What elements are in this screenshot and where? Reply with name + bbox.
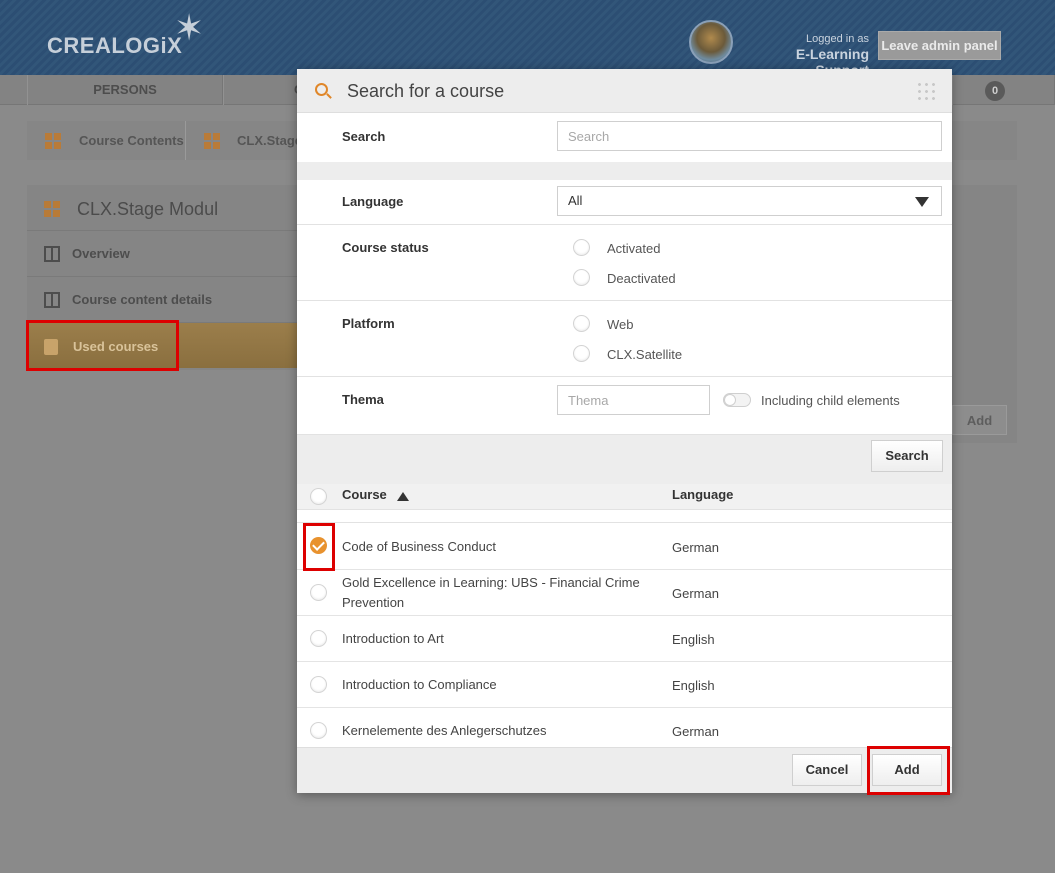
radio-activated[interactable] xyxy=(573,239,590,256)
row-checkbox[interactable] xyxy=(310,676,327,693)
sidebar-item-course-content-details[interactable]: Course content details xyxy=(27,276,317,322)
top-header: CREALOGiX ✶ Logged in as E-Learning Supp… xyxy=(0,0,1055,78)
search-button-bar xyxy=(297,434,952,484)
search-input[interactable] xyxy=(557,121,942,151)
cancel-button[interactable]: Cancel xyxy=(792,754,862,786)
row-checkbox[interactable] xyxy=(310,584,327,601)
row-course: Gold Excellence in Learning: UBS - Finan… xyxy=(342,575,640,610)
row-course: Introduction to Art xyxy=(342,631,444,646)
sidebar-item-label: Overview xyxy=(72,246,130,261)
course-contents-icon xyxy=(45,133,61,149)
radio-label-deactivated: Deactivated xyxy=(607,271,676,286)
divider xyxy=(297,300,952,301)
row-checkbox-checked[interactable] xyxy=(310,537,327,554)
background-add-button[interactable]: Add xyxy=(952,405,1007,435)
drag-handle-icon[interactable] xyxy=(916,81,938,103)
radio-web[interactable] xyxy=(573,315,590,332)
table-row[interactable]: Introduction to Art English xyxy=(297,616,952,662)
row-language: English xyxy=(672,678,715,693)
include-children-toggle[interactable] xyxy=(723,393,751,407)
column-header-language[interactable]: Language xyxy=(672,487,733,502)
nav-item-persons[interactable]: PERSONS xyxy=(27,75,223,105)
thema-label: Thema xyxy=(342,392,384,407)
logo-star-icon: ✶ xyxy=(174,7,205,48)
divider xyxy=(297,522,952,523)
sidebar-item-overview[interactable]: Overview xyxy=(27,230,317,276)
logged-in-label: Logged in as xyxy=(806,33,869,45)
search-button[interactable]: Search xyxy=(871,440,943,472)
search-course-dialog: Search for a course Search Language All … xyxy=(297,69,952,795)
breadcrumb-item-course-contents[interactable]: Course Contents xyxy=(79,121,184,160)
sidebar-item-label: Used courses xyxy=(73,339,159,354)
row-course: Introduction to Compliance xyxy=(342,677,497,692)
row-language: German xyxy=(672,540,719,555)
include-children-label: Including child elements xyxy=(761,393,900,408)
radio-deactivated[interactable] xyxy=(573,269,590,286)
sidebar-item-used-courses[interactable]: Used courses xyxy=(27,322,317,368)
table-row[interactable]: Introduction to Compliance English xyxy=(297,662,952,708)
language-select-value: All xyxy=(568,193,583,208)
radio-label-clx-satellite: CLX.Satellite xyxy=(607,347,683,362)
language-label: Language xyxy=(342,194,404,209)
table-row[interactable]: Gold Excellence in Learning: UBS - Finan… xyxy=(297,570,952,616)
radio-clx-satellite[interactable] xyxy=(573,345,590,362)
crealogix-logo: CREALOGiX xyxy=(47,33,183,58)
module-icon xyxy=(44,201,60,217)
add-button[interactable]: Add xyxy=(872,754,942,786)
platform-label: Platform xyxy=(342,316,395,331)
radio-label-activated: Activated xyxy=(607,241,661,256)
table-header xyxy=(297,484,952,510)
caret-down-icon xyxy=(915,197,929,207)
thema-input[interactable] xyxy=(557,385,710,415)
row-checkbox[interactable] xyxy=(310,722,327,739)
course-content-icon xyxy=(204,133,220,149)
dialog-header: Search for a course xyxy=(297,69,952,113)
sidebar-title: CLX.Stage Modul xyxy=(77,199,219,219)
search-icon xyxy=(315,83,328,96)
avatar[interactable] xyxy=(689,20,733,64)
puzzle-icon xyxy=(44,292,60,308)
language-select[interactable]: All xyxy=(557,186,942,216)
row-checkbox[interactable] xyxy=(310,630,327,647)
notification-badge[interactable]: 0 xyxy=(985,81,1005,101)
dialog-title: Search for a course xyxy=(347,81,505,101)
search-label: Search xyxy=(342,129,386,144)
sidebar-item-label: Course content details xyxy=(72,292,213,307)
breadcrumb-separator xyxy=(172,121,186,160)
row-language: German xyxy=(672,724,719,739)
row-language: English xyxy=(672,632,715,647)
table-row[interactable]: Code of Business Conduct German xyxy=(297,524,952,570)
breadcrumb-item-clx-stage[interactable]: CLX.Stage xyxy=(237,121,302,160)
radio-label-web: Web xyxy=(607,317,634,332)
divider xyxy=(297,376,952,377)
column-header-course[interactable]: Course xyxy=(342,487,387,502)
nav-item-courses[interactable]: C xyxy=(223,75,303,105)
leave-admin-panel-button[interactable]: Leave admin panel xyxy=(878,31,1001,60)
row-course: Kernelemente des Anlegerschutzes xyxy=(342,723,547,738)
row-course: Code of Business Conduct xyxy=(342,539,496,554)
select-all-checkbox[interactable] xyxy=(310,488,327,505)
divider xyxy=(297,224,952,225)
overview-grid-icon xyxy=(44,246,60,262)
sort-ascending-icon[interactable] xyxy=(397,492,409,501)
book-icon xyxy=(44,339,58,355)
course-status-label: Course status xyxy=(342,240,429,255)
section-separator xyxy=(297,162,952,180)
row-language: German xyxy=(672,586,719,601)
